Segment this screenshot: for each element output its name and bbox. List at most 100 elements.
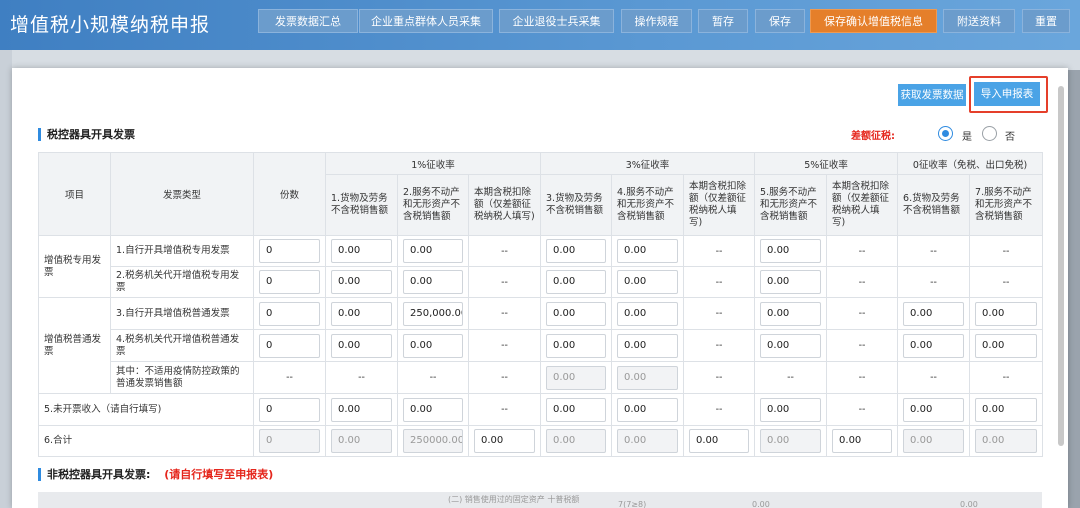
header-col-5: 4.服务不动产和无形资产不含税销售额 [611,174,685,236]
empty-cell: -- [897,266,971,298]
section2-note: (请自行填写至申报表) [164,468,274,481]
deduction-input[interactable]: 0.00 [474,429,536,453]
count-input[interactable]: 0 [259,239,320,263]
deduction-input[interactable]: 0.00 [832,429,893,453]
amount-input[interactable]: 250,000.00 [403,301,463,326]
background-page-side [0,50,12,508]
amount-input[interactable]: 0.00 [331,270,392,294]
save-button[interactable]: 保存 [755,9,805,33]
reset-button[interactable]: 重置 [1022,9,1070,33]
amount-input[interactable]: 0.00 [546,333,607,358]
save-confirm-vat-button[interactable]: 保存确认增值税信息 [810,9,937,33]
count-input[interactable]: 0 [259,333,320,358]
empty-cell: -- [897,361,971,394]
empty-cell: -- [683,266,756,298]
amount-input[interactable]: 0.00 [331,301,392,326]
amount-input[interactable]: 0.00 [617,333,679,358]
amount-input[interactable]: 0.00 [903,397,965,422]
table-row: 4.税务机关代开增值税普通发票 0 0.00 0.00 -- 0.00 0.00… [39,329,1044,362]
empty-cell: -- [467,361,542,394]
empty-cell: -- [897,235,971,267]
temp-save-button[interactable]: 暂存 [698,9,748,33]
amount-input[interactable]: 0.00 [403,397,463,422]
amount-input[interactable]: 0.00 [331,333,392,358]
amount-input[interactable]: 0.00 [903,301,965,326]
amount-input[interactable]: 0.00 [546,397,607,422]
amount-input[interactable]: 0.00 [617,301,679,326]
count-input[interactable]: 0 [259,397,320,422]
amount-input[interactable]: 0.00 [546,239,607,263]
empty-cell: -- [683,235,756,267]
row-label: 4.税务机关代开增值税普通发票 [110,329,254,362]
header-invoice-type: 发票类型 [110,152,254,236]
ghost-text: 7(7≥8) [618,500,647,508]
header-col-3: 本期含税扣除额（仅差额征税纳税人填写) [467,174,542,236]
header-rate-5pct: 5%征收率 [754,152,899,175]
empty-cell: -- [826,297,899,330]
table-row: 其中：不适用疫情防控政策的普通发票销售额 -- -- -- -- 0.00 0.… [39,361,1044,394]
empty-cell: -- [253,361,326,394]
count-input[interactable]: 0 [259,270,320,294]
amount-input[interactable]: 0.00 [546,301,607,326]
empty-cell: -- [325,361,398,394]
amount-input[interactable]: 0.00 [760,239,822,263]
diff-tax-yes-radio[interactable] [938,126,953,141]
amount-input[interactable]: 0.00 [331,397,392,422]
empty-cell: -- [397,361,469,394]
deduction-input[interactable]: 0.00 [689,429,750,453]
invoice-import-dialog: 获取发票数据 导入申报表 税控器具开具发票 差额征税: 是 否 项目 发票类型 … [12,68,1068,508]
amount-input[interactable]: 0.00 [617,270,679,294]
amount-input[interactable]: 0.00 [331,239,392,263]
row-label: 6.合计 [38,425,254,457]
tax-control-invoice-table: 项目 发票类型 份数 1%征收率 3%征收率 5%征收率 0征收率（免税、出口免… [38,152,1044,457]
fetch-invoice-data-button[interactable]: 获取发票数据 [898,84,966,106]
amount-input[interactable]: 0.00 [403,239,463,263]
top-bar: 增值税小规模纳税申报 发票数据汇总 企业重点群体人员采集 企业退役士兵采集 操作… [0,0,1080,50]
header-col-9: 6.货物及劳务不含税销售额 [897,174,971,236]
highlight-annotation-box [969,76,1048,113]
background-page-strip [0,50,1080,70]
table-row: 2.税务机关代开增值税专用发票 0 0.00 0.00 -- 0.00 0.00… [39,266,1044,298]
empty-cell: -- [467,393,542,426]
diff-tax-label: 差额征税: [851,131,895,142]
amount-input[interactable]: 0.00 [760,397,822,422]
amount-input[interactable]: 0.00 [975,301,1038,326]
total-amount-disabled: 0.00 [617,429,679,453]
amount-input[interactable]: 0.00 [617,397,679,422]
app-title: 增值税小规模纳税申报 [10,14,211,36]
amount-input[interactable]: 0.00 [975,333,1038,358]
amount-input[interactable]: 0.00 [760,333,822,358]
attachments-button[interactable]: 附送资料 [943,9,1015,33]
table-row: 增值税专用发票 1.自行开具增值税专用发票 0 0.00 0.00 -- 0.0… [38,235,1044,298]
ghost-text: (二) 销售使用过的固定资产 十普税额 [448,495,580,504]
table-row: 5.未开票收入（请自行填写) 0 0.00 0.00 -- 0.00 0.00 … [38,393,1044,426]
empty-cell: -- [754,361,828,394]
amount-input[interactable]: 0.00 [403,270,463,294]
empty-cell: -- [683,393,756,426]
empty-cell: -- [826,235,899,267]
amount-input[interactable]: 0.00 [546,270,607,294]
amount-input[interactable]: 0.00 [403,333,463,358]
row-label: 2.税务机关代开增值税专用发票 [110,266,254,298]
key-group-collect-button[interactable]: 企业重点群体人员采集 [359,9,493,33]
invoice-summary-button[interactable]: 发票数据汇总 [258,9,358,33]
veteran-collect-button[interactable]: 企业退役士兵采集 [499,9,614,33]
header-col-1: 1.货物及劳务不含税销售额 [325,174,398,236]
count-input[interactable]: 0 [259,301,320,326]
amount-input[interactable]: 0.00 [760,301,822,326]
diff-tax-no-radio[interactable] [982,126,997,141]
amount-input[interactable]: 0.00 [617,239,679,263]
procedures-button[interactable]: 操作规程 [621,9,692,33]
vertical-scrollbar[interactable] [1058,86,1064,446]
row-label: 1.自行开具增值税专用发票 [110,235,254,267]
amount-input[interactable]: 0.00 [903,333,965,358]
empty-cell: -- [683,361,756,394]
amount-input[interactable]: 0.00 [760,270,822,294]
empty-cell: -- [969,266,1044,298]
diff-tax-yes-label: 是 [962,132,972,143]
amount-input[interactable]: 0.00 [975,397,1038,422]
total-amount-disabled: 0.00 [760,429,822,453]
header-rate-3pct: 3%征收率 [540,152,756,175]
empty-cell: -- [969,361,1044,394]
ghost-value: 0.00 [752,500,770,508]
